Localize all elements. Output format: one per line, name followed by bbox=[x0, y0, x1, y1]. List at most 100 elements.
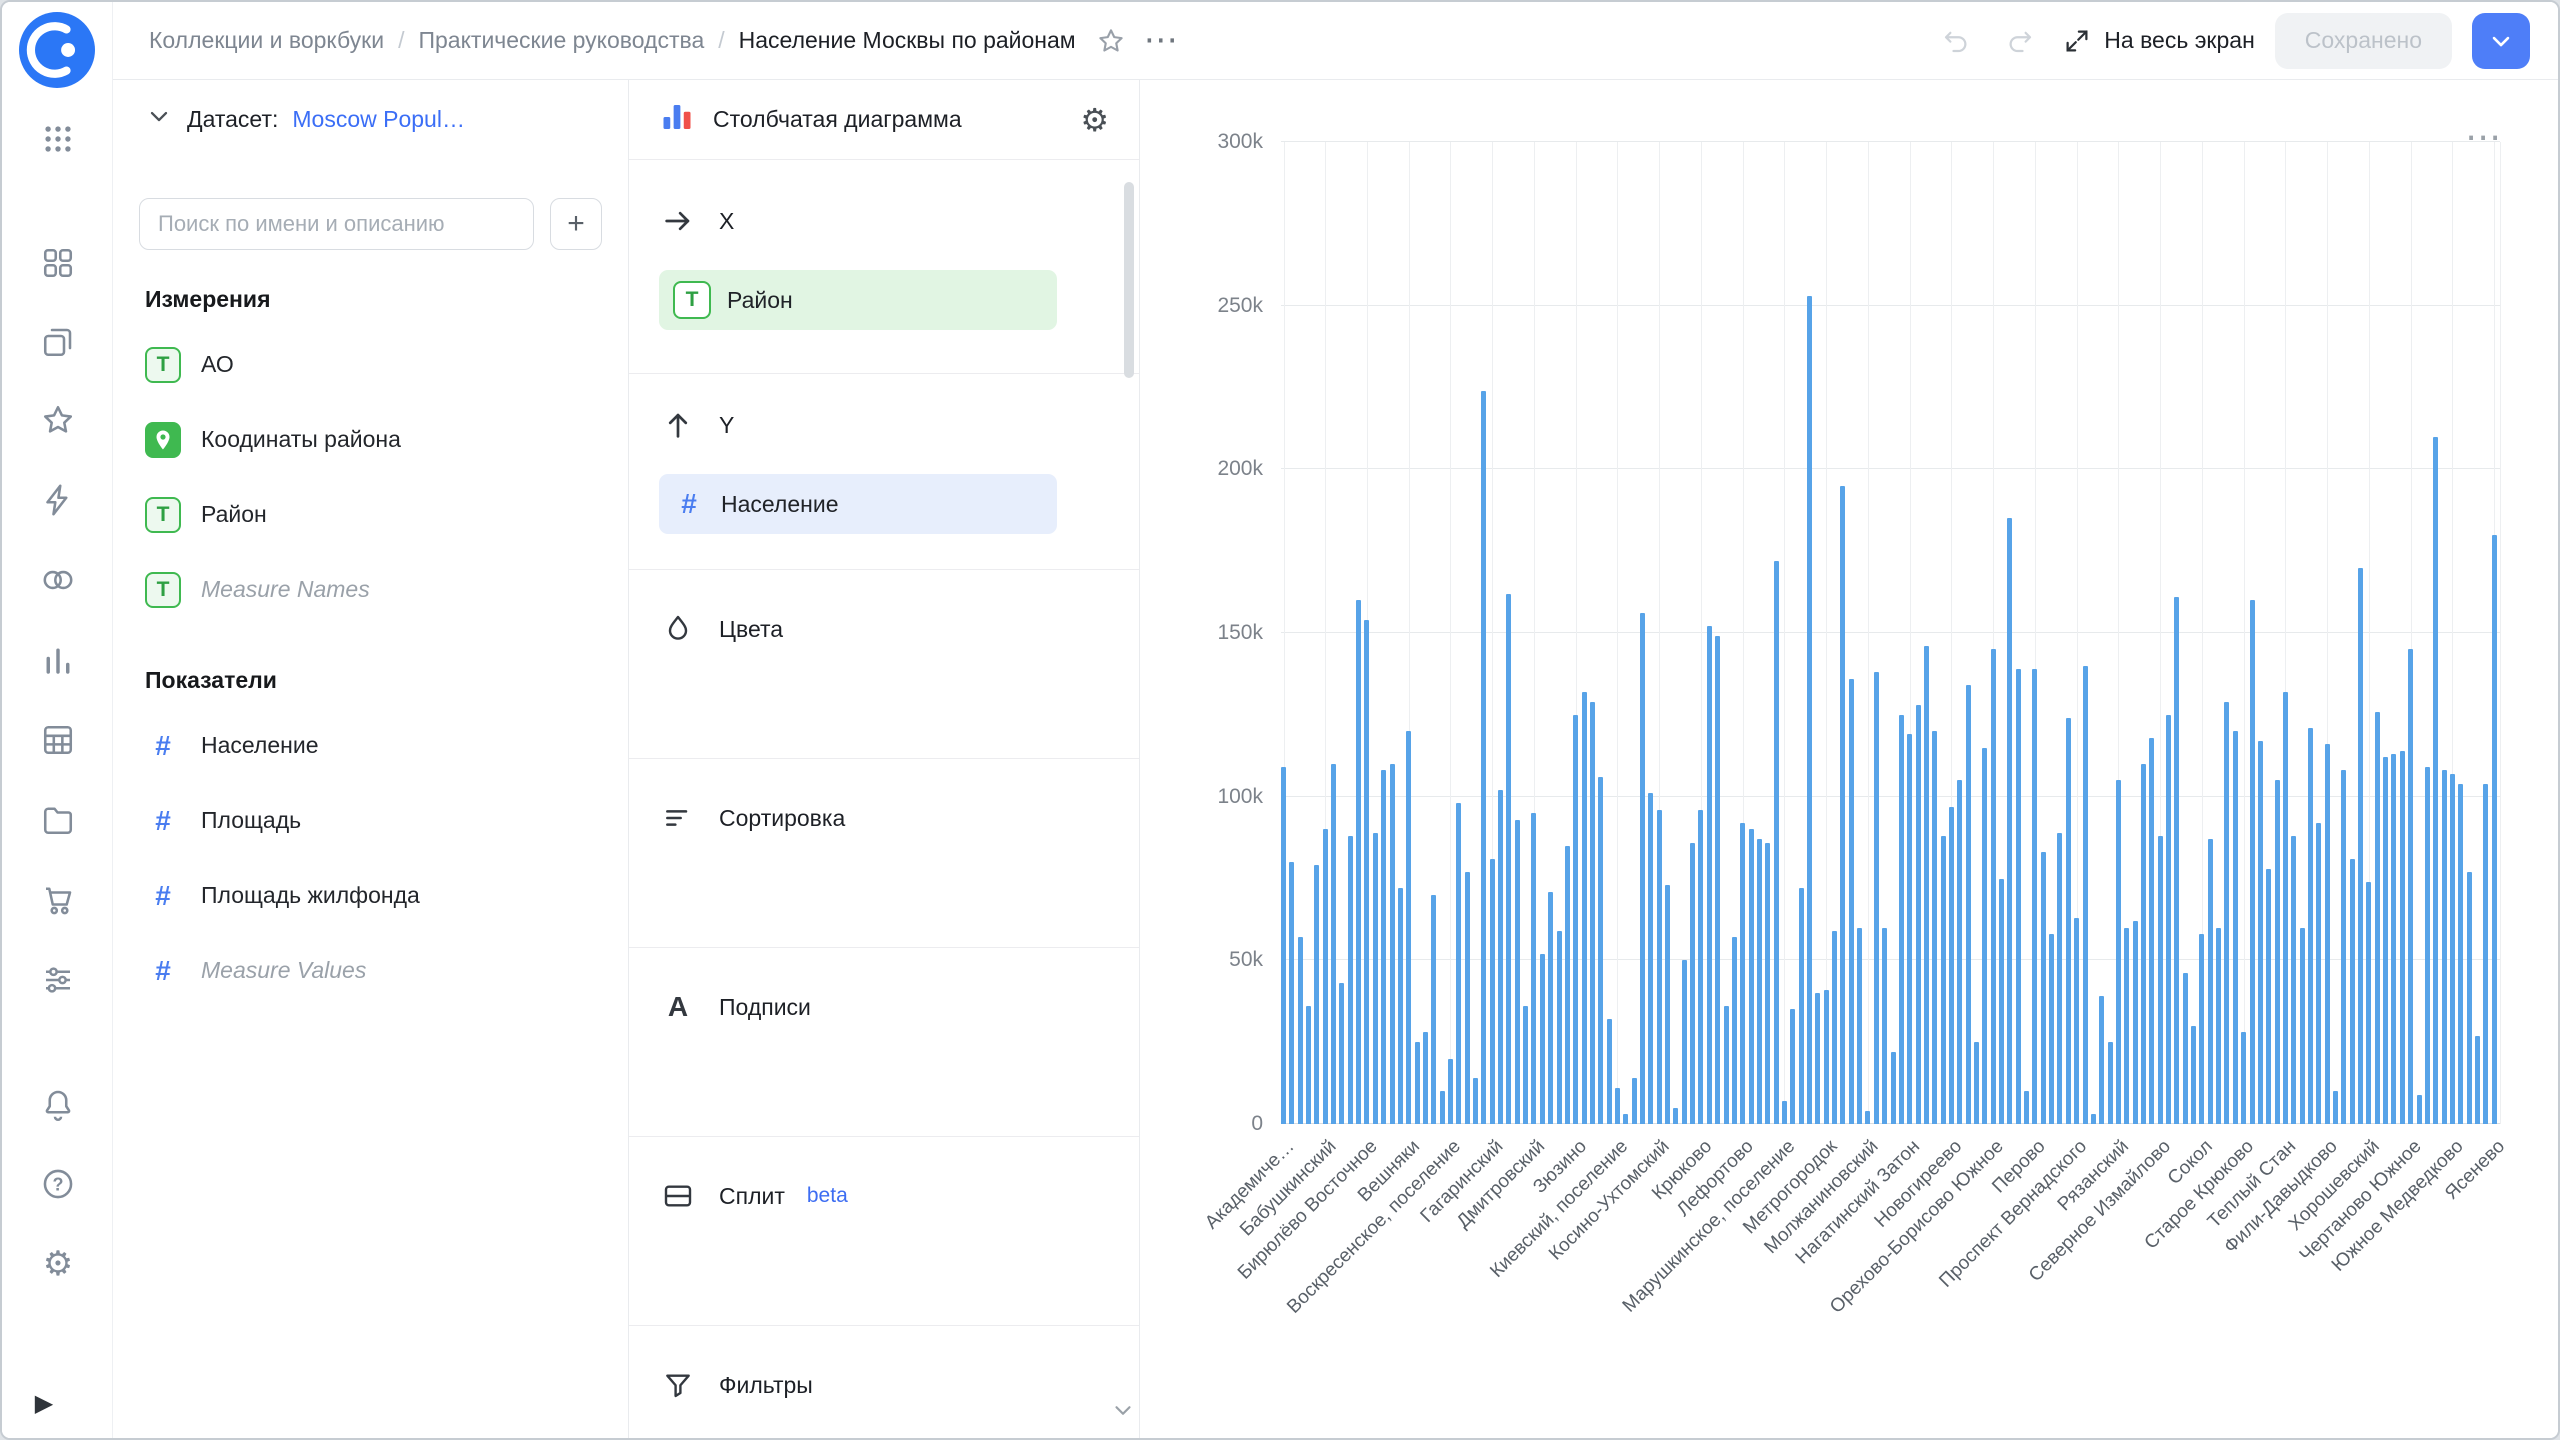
bar[interactable] bbox=[1323, 829, 1328, 1124]
bar[interactable] bbox=[2333, 1091, 2338, 1124]
collections-icon[interactable] bbox=[38, 322, 78, 362]
bar[interactable] bbox=[1440, 1091, 1445, 1124]
bar[interactable] bbox=[1774, 561, 1779, 1124]
bar[interactable] bbox=[1932, 731, 1937, 1124]
bar[interactable] bbox=[2316, 823, 2321, 1124]
bar[interactable] bbox=[1916, 705, 1921, 1124]
bar[interactable] bbox=[2366, 882, 2371, 1124]
bar[interactable] bbox=[1348, 836, 1353, 1124]
bar[interactable] bbox=[2475, 1036, 2480, 1124]
bar[interactable] bbox=[2325, 744, 2330, 1124]
bar[interactable] bbox=[2250, 600, 2255, 1124]
bar[interactable] bbox=[1515, 820, 1520, 1124]
bar[interactable] bbox=[2266, 869, 2271, 1124]
bar[interactable] bbox=[1431, 895, 1436, 1124]
bar[interactable] bbox=[2425, 767, 2430, 1124]
add-field-button[interactable]: + bbox=[550, 198, 602, 250]
bar[interactable] bbox=[2007, 518, 2012, 1124]
bar[interactable] bbox=[2083, 666, 2088, 1124]
bar[interactable] bbox=[2283, 692, 2288, 1124]
bar[interactable] bbox=[1832, 931, 1837, 1124]
y-field-pill[interactable]: # Население bbox=[659, 474, 1057, 534]
bar[interactable] bbox=[1607, 1019, 1612, 1124]
favorite-star-icon[interactable] bbox=[1096, 26, 1126, 56]
bar[interactable] bbox=[2375, 712, 2380, 1124]
bar[interactable] bbox=[1590, 702, 1595, 1124]
favorites-star-icon[interactable] bbox=[38, 400, 78, 440]
bar[interactable] bbox=[1632, 1078, 1637, 1124]
bar[interactable] bbox=[2275, 780, 2280, 1124]
dataset-collapse-chevron-icon[interactable] bbox=[145, 102, 173, 136]
bar[interactable] bbox=[1415, 1042, 1420, 1124]
bar[interactable] bbox=[1648, 793, 1653, 1124]
bar[interactable] bbox=[1540, 954, 1545, 1124]
bar[interactable] bbox=[2258, 741, 2263, 1124]
undo-icon[interactable] bbox=[1934, 19, 1978, 63]
bar[interactable] bbox=[1690, 843, 1695, 1125]
config-scrollbar-thumb[interactable] bbox=[1124, 182, 1134, 378]
bar[interactable] bbox=[2458, 784, 2463, 1124]
connections-icon[interactable] bbox=[38, 560, 78, 600]
bar[interactable] bbox=[2216, 928, 2221, 1124]
bar[interactable] bbox=[1364, 620, 1369, 1124]
dimension-field-item[interactable]: TРайон bbox=[139, 477, 602, 552]
bar[interactable] bbox=[2016, 669, 2021, 1124]
bar[interactable] bbox=[2041, 852, 2046, 1124]
dashboards-icon[interactable] bbox=[38, 243, 78, 283]
chart-type-label[interactable]: Столбчатая диаграмма bbox=[713, 106, 962, 133]
bar[interactable] bbox=[2074, 918, 2079, 1124]
bar[interactable] bbox=[1582, 692, 1587, 1124]
bar[interactable] bbox=[1498, 790, 1503, 1124]
bar[interactable] bbox=[2057, 833, 2062, 1124]
config-section-row[interactable]: Цвета bbox=[659, 606, 1109, 652]
bar[interactable] bbox=[1882, 928, 1887, 1124]
dimension-field-item[interactable]: TMeasure Names bbox=[139, 552, 602, 627]
bar[interactable] bbox=[2300, 928, 2305, 1124]
bar[interactable] bbox=[2208, 839, 2213, 1124]
bar[interactable] bbox=[2166, 715, 2171, 1124]
bar[interactable] bbox=[1982, 748, 1987, 1124]
bar[interactable] bbox=[2492, 535, 2497, 1124]
bar[interactable] bbox=[2383, 757, 2388, 1124]
bar[interactable] bbox=[1999, 879, 2004, 1125]
settings-gear-icon[interactable]: ⚙ bbox=[38, 1244, 78, 1284]
charts-icon[interactable] bbox=[38, 640, 78, 680]
measure-field-item[interactable]: #Площадь bbox=[139, 783, 602, 858]
bar[interactable] bbox=[2433, 437, 2438, 1124]
bar[interactable] bbox=[1531, 813, 1536, 1124]
bar[interactable] bbox=[1749, 829, 1754, 1124]
chart-settings-gear-icon[interactable]: ⚙ bbox=[1080, 104, 1109, 136]
bar[interactable] bbox=[1615, 1088, 1620, 1124]
bar[interactable] bbox=[2417, 1095, 2422, 1124]
bar[interactable] bbox=[1991, 649, 1996, 1124]
marketplace-cart-icon[interactable] bbox=[38, 880, 78, 920]
dimension-field-item[interactable]: TАО bbox=[139, 327, 602, 402]
bar[interactable] bbox=[1698, 810, 1703, 1124]
bar[interactable] bbox=[2450, 774, 2455, 1124]
redo-icon[interactable] bbox=[1998, 19, 2042, 63]
bar[interactable] bbox=[1448, 1059, 1453, 1124]
bar[interactable] bbox=[1740, 823, 1745, 1124]
bar[interactable] bbox=[1573, 715, 1578, 1124]
bar[interactable] bbox=[1957, 780, 1962, 1124]
expand-rail-icon[interactable]: ▶ bbox=[24, 1384, 64, 1424]
bar[interactable] bbox=[1732, 937, 1737, 1124]
bar[interactable] bbox=[2032, 669, 2037, 1124]
datasets-table-icon[interactable] bbox=[38, 720, 78, 760]
fullscreen-button[interactable]: На весь экран bbox=[2062, 26, 2255, 56]
bar[interactable] bbox=[1682, 960, 1687, 1124]
bar[interactable] bbox=[2124, 928, 2129, 1124]
bar[interactable] bbox=[2116, 780, 2121, 1124]
bar[interactable] bbox=[1765, 843, 1770, 1125]
bar[interactable] bbox=[1899, 715, 1904, 1124]
bar[interactable] bbox=[2149, 738, 2154, 1124]
bar[interactable] bbox=[1941, 836, 1946, 1124]
help-icon[interactable]: ? bbox=[38, 1164, 78, 1204]
bar[interactable] bbox=[1865, 1111, 1870, 1124]
breadcrumb-collections[interactable]: Коллекции и воркбуки bbox=[149, 27, 384, 54]
bar[interactable] bbox=[1406, 731, 1411, 1124]
bar[interactable] bbox=[1874, 672, 1879, 1124]
bar[interactable] bbox=[1598, 777, 1603, 1124]
bar[interactable] bbox=[2108, 1042, 2113, 1124]
bar[interactable] bbox=[1281, 767, 1286, 1124]
